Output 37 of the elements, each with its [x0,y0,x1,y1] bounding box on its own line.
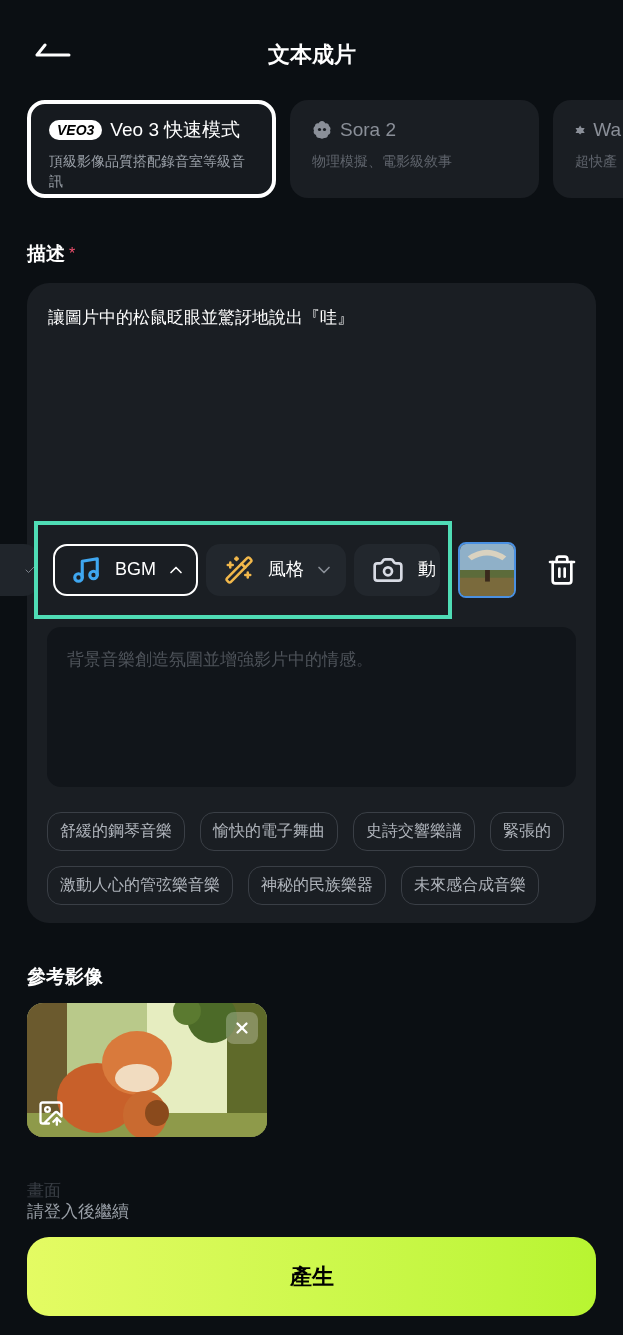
model-card[interactable]: VEO3 Veo 3 快速模式 頂級影像品質搭配錄音室等級音訊 [27,100,276,198]
trash-icon[interactable] [546,553,578,586]
login-notice: 請登入後繼續 [26,1201,130,1223]
music-tag[interactable]: 愉快的電子舞曲 [200,811,338,851]
music-tag[interactable]: 未來感合成音樂 [401,865,539,905]
model-description: 超快產 [575,151,618,171]
prompt-field[interactable]: 讓圖片中的松鼠眨眼並驚訝地說出『哇』 [27,282,596,521]
required-mark: * [69,244,76,265]
page-title: 文本成片 [267,40,356,69]
image-stack[interactable] [458,541,516,598]
model-card[interactable]: Sora 2 物理模擬、電影級敘事 [290,100,539,198]
music-tag[interactable]: 史詩交響樂譜 [353,811,475,851]
model-description: 物理模擬、電影級敘事 [312,151,453,171]
music-tag[interactable]: 舒緩的鋼琴音樂 [47,811,185,851]
tool-chip[interactable]: 風格 [206,543,346,596]
magic-wand-icon [224,554,254,585]
logo-badge: VEO3 [49,120,103,141]
close-icon [233,1019,251,1037]
section-label: 描述 [27,242,65,266]
bgm-field[interactable]: 背景音樂創造氛圍並增強影片中的情感。 [47,626,576,787]
close-button[interactable] [226,1012,258,1044]
model-name: Wa [593,118,621,142]
music-note-icon [71,554,101,585]
music-tag[interactable]: 緊張的 [490,811,564,851]
generate-button[interactable]: 產生 [27,1237,596,1316]
cloud-face-icon [312,120,332,141]
model-name: Sora 2 [340,118,396,142]
model-description: 頂級影像品質搭配錄音室等級音訊 [49,151,246,191]
replace-image-icon[interactable] [37,1099,65,1127]
tool-chip[interactable]: 動 [354,543,440,596]
tool-chip[interactable]: BGM [53,543,198,596]
section-label: 參考影像 [26,964,104,989]
music-tag[interactable]: 神秘的民族樂器 [248,865,386,905]
music-tag[interactable]: 激動人心的管弦樂音樂 [47,865,233,905]
model-card[interactable]: Wa 超快產 [553,100,623,198]
back-arrow-icon[interactable] [35,42,71,58]
model-name: Veo 3 快速模式 [110,118,241,142]
